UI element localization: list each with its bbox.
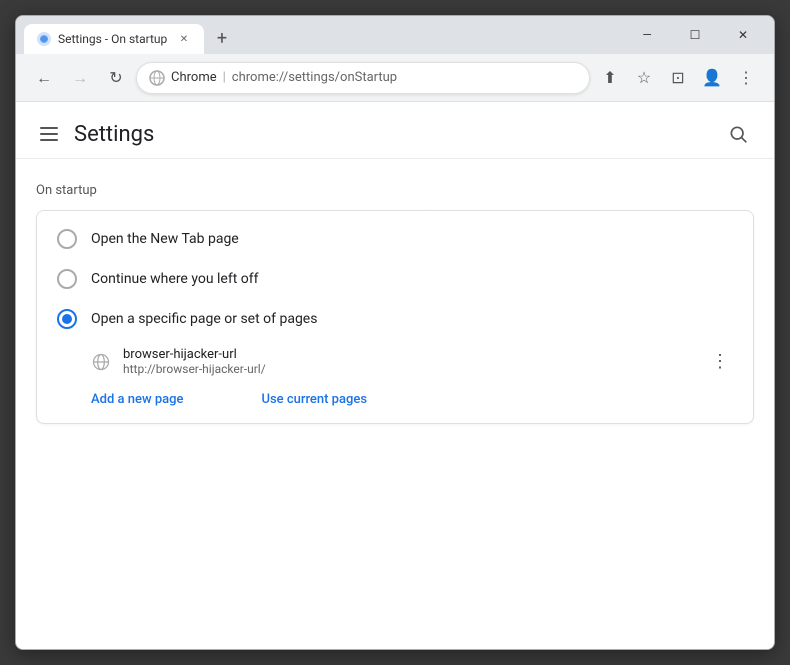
page-info: browser-hijacker-url http://browser-hija… xyxy=(123,347,695,376)
startup-options-card: Open the New Tab page Continue where you… xyxy=(36,210,754,424)
tab-close-button[interactable]: ✕ xyxy=(176,31,192,47)
page-name: browser-hijacker-url xyxy=(123,347,695,362)
address-brand: Chrome xyxy=(171,70,217,85)
tab-title: Settings - On startup xyxy=(58,32,170,46)
nav-actions: ⬆ ☆ ⊡ 👤 ⋮ xyxy=(594,62,762,94)
address-bar[interactable]: Chrome | chrome://settings/onStartup xyxy=(136,62,590,94)
more-options-button[interactable]: ⋮ xyxy=(707,347,733,376)
radio-label-continue: Continue where you left off xyxy=(91,271,259,287)
address-separator: | xyxy=(223,70,226,85)
browser-window: Settings - On startup ✕ + — ☐ ✕ ← → ↻ xyxy=(15,15,775,650)
hamburger-line-2 xyxy=(40,133,58,135)
back-button[interactable]: ← xyxy=(28,62,60,94)
radio-option-new-tab[interactable]: Open the New Tab page xyxy=(37,219,753,259)
minimize-button[interactable]: — xyxy=(624,19,670,51)
refresh-button[interactable]: ↻ xyxy=(100,62,132,94)
settings-header: Settings xyxy=(16,102,774,159)
settings-header-left: Settings xyxy=(36,122,154,147)
hamburger-line-1 xyxy=(40,127,58,129)
address-favicon-icon xyxy=(149,70,165,86)
profile-button[interactable]: 👤 xyxy=(696,62,728,94)
window-controls: — ☐ ✕ xyxy=(624,19,766,51)
settings-body-wrapper: PC pk.com On startup Open the New Tab pa… xyxy=(16,159,774,448)
address-url: chrome://settings/onStartup xyxy=(232,70,397,85)
radio-option-specific[interactable]: Open a specific page or set of pages xyxy=(37,299,753,339)
menu-button[interactable]: ⋮ xyxy=(730,62,762,94)
settings-body: On startup Open the New Tab page Continu… xyxy=(16,159,774,448)
close-button[interactable]: ✕ xyxy=(720,19,766,51)
extensions-button[interactable]: ⊡ xyxy=(662,62,694,94)
use-current-pages-button[interactable]: Use current pages xyxy=(207,384,387,415)
settings-content: Settings PC pk.com On startup xyxy=(16,102,774,649)
page-url: http://browser-hijacker-url/ xyxy=(123,362,695,376)
tab-strip: Settings - On startup ✕ + xyxy=(24,16,616,54)
forward-button[interactable]: → xyxy=(64,62,96,94)
radio-circle-new-tab xyxy=(57,229,77,249)
bookmark-button[interactable]: ☆ xyxy=(628,62,660,94)
share-button[interactable]: ⬆ xyxy=(594,62,626,94)
radio-circle-specific xyxy=(57,309,77,329)
hamburger-line-3 xyxy=(40,139,58,141)
maximize-button[interactable]: ☐ xyxy=(672,19,718,51)
add-new-page-button[interactable]: Add a new page xyxy=(37,384,203,415)
hamburger-menu-button[interactable] xyxy=(36,123,62,145)
radio-label-new-tab: Open the New Tab page xyxy=(91,231,239,247)
settings-search-button[interactable] xyxy=(722,118,754,150)
address-text: Chrome | chrome://settings/onStartup xyxy=(171,70,577,85)
radio-circle-continue xyxy=(57,269,77,289)
active-tab[interactable]: Settings - On startup ✕ xyxy=(24,24,204,54)
radio-label-specific: Open a specific page or set of pages xyxy=(91,311,317,327)
globe-icon xyxy=(91,352,111,372)
radio-option-continue[interactable]: Continue where you left off xyxy=(37,259,753,299)
new-tab-button[interactable]: + xyxy=(208,24,236,52)
nav-bar: ← → ↻ Chrome | chrome://settings/onStart… xyxy=(16,54,774,102)
page-title: Settings xyxy=(74,122,154,147)
section-label: On startup xyxy=(36,183,754,198)
startup-page-entry: browser-hijacker-url http://browser-hija… xyxy=(37,339,753,384)
tab-favicon-icon xyxy=(36,31,52,47)
title-bar: Settings - On startup ✕ + — ☐ ✕ xyxy=(16,16,774,54)
